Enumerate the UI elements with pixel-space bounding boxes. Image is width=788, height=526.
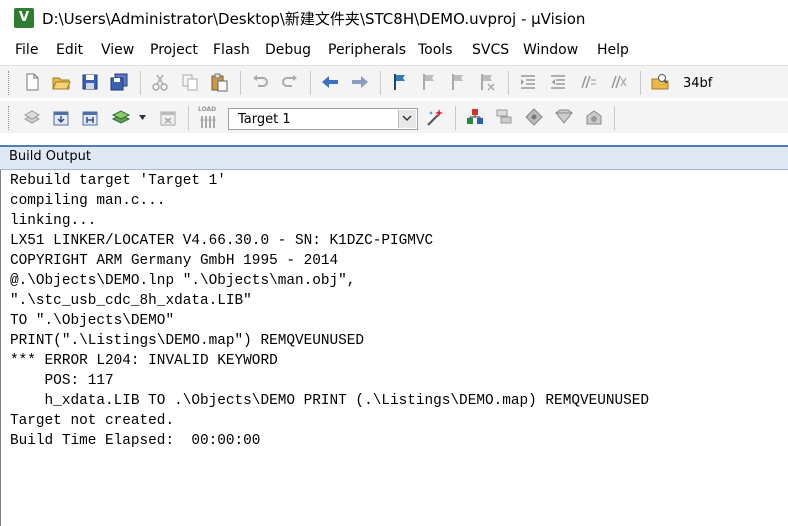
window-title: D:\Users\Administrator\Desktop\新建文件夹\STC… xyxy=(42,10,586,28)
redo-icon[interactable] xyxy=(280,72,300,92)
output-line: h_xdata.LIB TO .\Objects\DEMO PRINT (.\L… xyxy=(10,393,650,409)
rebuild-icon[interactable] xyxy=(80,107,100,127)
manage-environment-icon[interactable] xyxy=(524,107,544,127)
stop-build-icon[interactable] xyxy=(158,107,178,127)
uvision-app-icon[interactable]: V xyxy=(14,8,34,28)
menu-project[interactable]: Project xyxy=(150,42,198,58)
output-line: COPYRIGHT ARM Germany GmbH 1995 - 2014 xyxy=(10,253,339,269)
save-all-icon[interactable] xyxy=(109,72,129,92)
menu-flash[interactable]: Flash xyxy=(213,42,250,58)
target-options-icon[interactable] xyxy=(425,107,445,127)
uncomment-icon[interactable] xyxy=(608,72,628,92)
paste-icon[interactable] xyxy=(209,72,229,92)
menu-window[interactable]: Window xyxy=(523,42,578,58)
build-output-title: Build Output xyxy=(9,149,91,164)
unindent-icon[interactable] xyxy=(548,72,568,92)
prev-bookmark-icon[interactable] xyxy=(419,72,439,92)
output-line: ".\stc_usb_cdc_8h_xdata.LIB" xyxy=(10,293,252,309)
manage-project-icon[interactable] xyxy=(465,107,485,127)
menu-view[interactable]: View xyxy=(101,42,134,58)
output-line: LX51 LINKER/LOCATER V4.66.30.0 - SN: K1D… xyxy=(10,233,434,249)
cut-icon[interactable] xyxy=(150,72,170,92)
pack-installer-icon[interactable] xyxy=(554,107,574,127)
file-toolbar: 34bf xyxy=(0,65,788,98)
chevron-down-icon[interactable] xyxy=(139,115,146,120)
find-in-files-icon[interactable] xyxy=(650,72,670,92)
clear-bookmarks-icon[interactable] xyxy=(477,72,497,92)
output-line: Rebuild target 'Target 1' xyxy=(10,173,226,189)
menu-svcs[interactable]: SVCS xyxy=(472,42,509,58)
output-line: TO ".\Objects\DEMO" xyxy=(10,313,175,329)
find-text[interactable]: 34bf xyxy=(683,76,712,91)
build-icon[interactable] xyxy=(51,107,71,127)
translate-icon[interactable] xyxy=(22,107,42,127)
open-folder-icon[interactable] xyxy=(51,72,71,92)
target-select-value: Target 1 xyxy=(238,112,291,127)
menu-edit[interactable]: Edit xyxy=(56,42,83,58)
target-dropdown-button[interactable] xyxy=(398,110,416,128)
download-icon xyxy=(200,116,216,128)
target-select[interactable]: Target 1 xyxy=(228,108,418,130)
download-button[interactable]: LOAD xyxy=(196,106,220,130)
navigate-forward-icon[interactable] xyxy=(350,72,370,92)
output-line: compiling man.c... xyxy=(10,193,166,209)
menu-file[interactable]: File xyxy=(15,42,38,58)
output-line: linking... xyxy=(10,213,97,229)
comment-icon[interactable] xyxy=(578,72,598,92)
new-file-icon[interactable] xyxy=(22,72,42,92)
next-bookmark-icon[interactable] xyxy=(448,72,468,92)
navigate-back-icon[interactable] xyxy=(320,72,340,92)
output-line: @.\Objects\DEMO.lnp ".\Objects\man.obj", xyxy=(10,273,356,289)
copy-icon[interactable] xyxy=(180,72,200,92)
output-line: PRINT(".\Listings\DEMO.map") REMQVEUNUSE… xyxy=(10,333,365,349)
build-output-header[interactable]: Build Output xyxy=(0,145,788,170)
batch-build-icon[interactable] xyxy=(111,107,131,127)
software-components-icon[interactable] xyxy=(584,107,604,127)
menu-debug[interactable]: Debug xyxy=(265,42,311,58)
build-output-panel[interactable]: Rebuild target 'Target 1' compiling man.… xyxy=(0,170,788,526)
bookmark-icon[interactable] xyxy=(390,72,410,92)
title-bar: V D:\Users\Administrator\Desktop\新建文件夹\S… xyxy=(0,0,788,36)
undo-icon[interactable] xyxy=(250,72,270,92)
select-packs-icon[interactable] xyxy=(494,107,514,127)
toolbar-grip[interactable] xyxy=(8,106,12,130)
indent-icon[interactable] xyxy=(518,72,538,92)
menu-peripherals[interactable]: Peripherals xyxy=(328,42,406,58)
toolbar-grip[interactable] xyxy=(8,71,12,95)
chevron-down-icon xyxy=(402,115,412,122)
error-line: *** ERROR L204: INVALID KEYWORD xyxy=(10,353,278,369)
menu-tools[interactable]: Tools xyxy=(418,42,453,58)
build-toolbar: LOAD Target 1 xyxy=(0,101,788,133)
output-line: Target not created. xyxy=(10,413,175,429)
output-line: POS: 117 xyxy=(10,373,114,389)
menu-help[interactable]: Help xyxy=(597,42,629,58)
output-line: Build Time Elapsed: 00:00:00 xyxy=(10,433,261,449)
menu-bar: File Edit View Project Flash Debug Perip… xyxy=(0,36,788,64)
download-label: LOAD xyxy=(198,106,217,113)
save-icon[interactable] xyxy=(80,72,100,92)
